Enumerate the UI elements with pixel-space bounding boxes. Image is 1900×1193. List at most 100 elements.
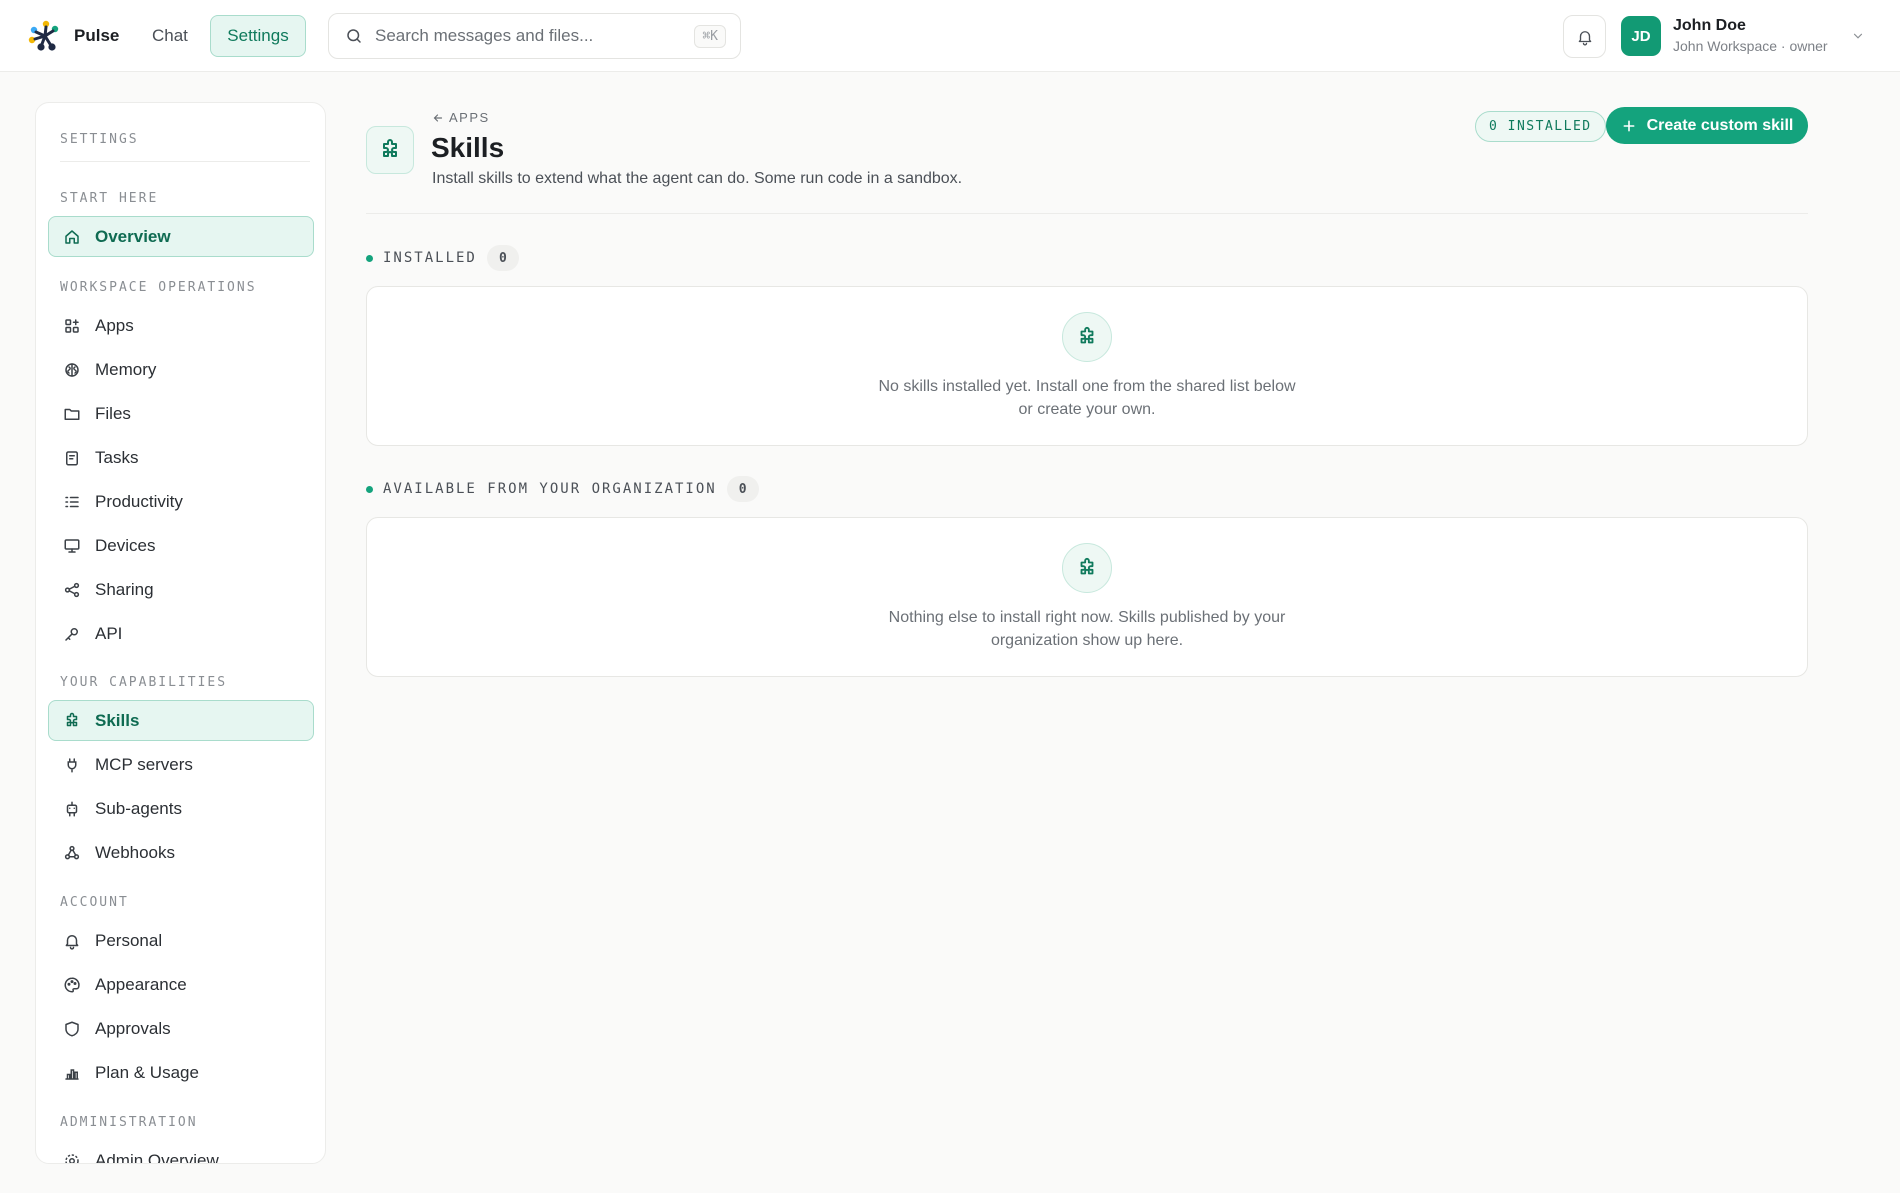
- sidebar-item-label: Skills: [95, 710, 140, 730]
- page-puzzle-icon: [366, 126, 414, 174]
- section-your-capabilities: YOUR CAPABILITIES: [60, 675, 228, 690]
- back-link-label: APPS: [449, 110, 490, 125]
- create-custom-skill-button[interactable]: Create custom skill: [1606, 107, 1808, 144]
- bell-icon: [1576, 28, 1594, 46]
- section-workspace-operations: WORKSPACE OPERATIONS: [60, 280, 257, 295]
- available-section-label: AVAILABLE FROM YOUR ORGANIZATION: [383, 481, 717, 497]
- status-dot: [366, 485, 373, 493]
- installed-count-badge: 0 INSTALLED: [1475, 111, 1606, 142]
- apps-grid-icon: [65, 318, 79, 333]
- sidebar-item-mcp-servers[interactable]: MCP servers: [48, 744, 314, 785]
- installed-section-label: INSTALLED: [383, 250, 477, 266]
- back-to-apps-link[interactable]: APPS: [432, 110, 490, 125]
- available-empty-state: Nothing else to install right now. Skill…: [366, 517, 1808, 677]
- sidebar-item-personal[interactable]: Personal: [48, 920, 314, 961]
- sidebar-item-devices[interactable]: Devices: [48, 525, 314, 566]
- gear-icon: [65, 1153, 79, 1163]
- arrow-left-icon: [433, 113, 443, 122]
- bell-icon: [65, 934, 79, 950]
- installed-count-pill: 0: [486, 245, 519, 271]
- sidebar-item-label: Tasks: [95, 447, 139, 467]
- key-icon: [65, 627, 78, 641]
- webhook-icon: [64, 845, 80, 859]
- sidebar-item-apps[interactable]: Apps: [48, 305, 314, 346]
- search-box[interactable]: ⌘K: [328, 13, 741, 59]
- sidebar-item-webhooks[interactable]: Webhooks: [48, 832, 314, 873]
- user-workspace: John Workspace · owner: [1673, 38, 1828, 54]
- notifications-button[interactable]: [1563, 15, 1606, 58]
- sidebar-item-plan-usage[interactable]: Plan & Usage: [48, 1052, 314, 1093]
- sidebar-item-files[interactable]: Files: [48, 393, 314, 434]
- available-section-header: AVAILABLE FROM YOUR ORGANIZATION 0: [366, 476, 759, 502]
- empty-message-line: Nothing else to install right now. Skill…: [888, 609, 1286, 626]
- sidebar-item-label: Productivity: [95, 491, 183, 511]
- sidebar-item-label: MCP servers: [95, 754, 193, 774]
- status-dot: [366, 254, 373, 262]
- search-shortcut: ⌘K: [694, 24, 726, 48]
- sidebar-item-approvals[interactable]: Approvals: [48, 1008, 314, 1049]
- sidebar-item-label: Overview: [95, 226, 171, 246]
- sidebar-item-api[interactable]: API: [48, 613, 314, 654]
- home-icon: [65, 229, 79, 244]
- palette-icon: [64, 976, 80, 993]
- sidebar-item-label: API: [95, 623, 123, 643]
- nav-settings[interactable]: Settings: [210, 15, 306, 57]
- monitor-icon: [64, 538, 80, 553]
- sidebar-item-label: Appearance: [95, 974, 187, 994]
- section-start-here: START HERE: [60, 191, 159, 206]
- chevron-down-icon: [1851, 29, 1865, 43]
- sidebar-item-sharing[interactable]: Sharing: [48, 569, 314, 610]
- sidebar-item-label: Memory: [95, 359, 157, 379]
- available-count-pill: 0: [726, 476, 759, 502]
- sidebar-item-label: Approvals: [95, 1018, 171, 1038]
- page-description: Install skills to extend what the agent …: [432, 170, 963, 187]
- sidebar-item-overview[interactable]: Overview: [48, 216, 314, 257]
- sidebar-item-label: Plan & Usage: [95, 1062, 199, 1082]
- robot-icon: [66, 801, 78, 816]
- sidebar-item-label: Files: [95, 403, 131, 423]
- sidebar-item-label: Devices: [95, 535, 156, 555]
- sidebar-divider: [60, 161, 310, 162]
- search-input[interactable]: [375, 26, 683, 46]
- sidebar-title: SETTINGS: [60, 132, 139, 147]
- section-administration: ADMINISTRATION: [60, 1115, 198, 1130]
- sidebar-item-admin-overview[interactable]: Admin Overview: [48, 1140, 314, 1164]
- top-bar: Pulse Chat Settings ⌘K JD John Doe John …: [0, 0, 1900, 72]
- sidebar-item-label: Webhooks: [95, 842, 176, 862]
- installed-empty-message: No skills installed yet. Install one fro…: [787, 375, 1387, 421]
- section-account: ACCOUNT: [60, 895, 129, 910]
- sidebar-item-tasks[interactable]: Tasks: [48, 437, 314, 478]
- empty-message-line: organization show up here.: [990, 632, 1184, 649]
- empty-message-line: or create your own.: [1018, 401, 1156, 418]
- clipboard-icon: [66, 450, 78, 465]
- share-icon: [64, 582, 80, 597]
- puzzle-icon: [66, 712, 78, 726]
- sidebar-item-sub-agents[interactable]: Sub-agents: [48, 788, 314, 829]
- available-empty-message: Nothing else to install right now. Skill…: [787, 606, 1387, 652]
- bar-chart-icon: [65, 1068, 79, 1080]
- installed-section-header: INSTALLED 0: [366, 245, 519, 271]
- sidebar-item-memory[interactable]: Memory: [48, 349, 314, 390]
- brand[interactable]: Pulse: [28, 20, 119, 52]
- brand-name: Pulse: [74, 26, 120, 45]
- empty-message-line: No skills installed yet. Install one fro…: [878, 378, 1296, 395]
- pulse-logo-icon: [28, 20, 62, 52]
- user-name: John Doe: [1673, 17, 1746, 34]
- sidebar-item-label: Sub-agents: [95, 798, 182, 818]
- sidebar-item-productivity[interactable]: Productivity: [48, 481, 314, 522]
- sidebar-item-label: Sharing: [95, 579, 154, 599]
- sidebar-item-skills[interactable]: Skills: [48, 700, 314, 741]
- plug-icon: [67, 757, 77, 772]
- avatar: JD: [1621, 16, 1661, 56]
- sidebar-item-label: Personal: [95, 930, 163, 950]
- shield-icon: [65, 1021, 79, 1036]
- settings-sidebar: SETTINGS START HERE Overview WORKSPACE O…: [35, 102, 326, 1164]
- page-title: Skills: [431, 132, 505, 163]
- sidebar-item-appearance[interactable]: Appearance: [48, 964, 314, 1005]
- sidebar-item-label: Admin Overview: [95, 1150, 219, 1164]
- puzzle-icon: [1062, 312, 1112, 362]
- nav-chat[interactable]: Chat: [142, 15, 198, 57]
- user-menu[interactable]: JD John Doe John Workspace · owner: [1621, 16, 1865, 56]
- checklist-icon: [65, 496, 79, 507]
- installed-empty-state: No skills installed yet. Install one fro…: [366, 286, 1808, 446]
